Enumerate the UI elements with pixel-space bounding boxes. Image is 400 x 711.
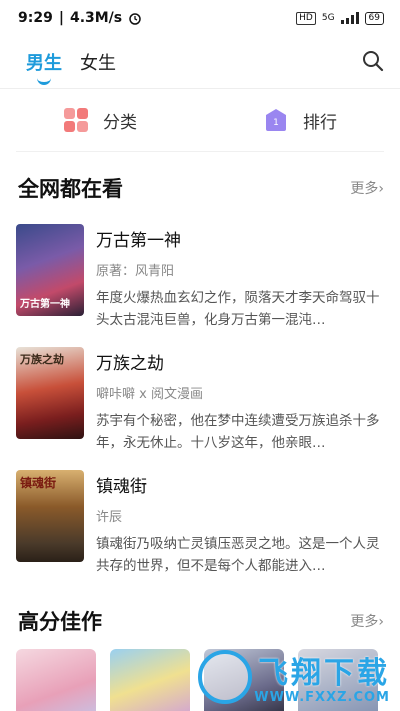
cover-image: 镇魂街	[16, 470, 84, 562]
top-tab-bar: 男生 女生	[0, 36, 400, 88]
app-screen: 9:29 | 4.3M/s HD 5G 69 男生 女生 分类 1 排行 全网都…	[0, 0, 400, 711]
site-watermark: 飞翔下载 WWW.FXXZ.COM	[198, 648, 390, 705]
ranking-icon: 1	[266, 109, 286, 131]
ranking-label: 排行	[303, 112, 337, 133]
alarm-icon	[129, 13, 141, 25]
grid-cover-image[interactable]	[16, 649, 96, 711]
tab-male[interactable]: 男生	[26, 49, 62, 75]
section-header-top-rated: 高分佳作 更多›	[0, 593, 400, 649]
category-button[interactable]: 分类	[0, 107, 200, 133]
tab-female[interactable]: 女生	[80, 49, 116, 75]
ranking-button[interactable]: 1 排行	[200, 107, 400, 133]
comic-author: 噼咔噼 x 阅文漫画	[96, 387, 203, 402]
category-grid-icon	[64, 108, 88, 132]
list-item[interactable]: 万古第一神 万古第一神 原著：风青阳 年度火爆热血玄幻之作，陨落天才李天命驾驭十…	[0, 224, 400, 347]
comic-title: 万古第一神	[96, 231, 181, 251]
watermark-text: 飞翔下载	[258, 656, 390, 691]
network-label: 5G	[321, 13, 335, 23]
cover-image: 万族之劫	[16, 347, 84, 439]
signal-icon	[340, 12, 359, 24]
hd-badge: HD	[296, 11, 316, 25]
category-label: 分类	[103, 112, 137, 133]
section-title: 高分佳作	[18, 610, 102, 634]
more-link[interactable]: 更多›	[350, 611, 384, 631]
comic-description: 苏宇有个秘密，他在梦中连续遭受万族追杀十多年，永无休止。十八岁这年，他亲眼…	[96, 413, 380, 451]
cover-title-art: 万古第一神	[20, 299, 70, 310]
comic-description: 镇魂街乃吸纳亡灵镇压恶灵之地。这是一个人灵共存的世界，但不是每个人都能进入…	[96, 536, 380, 574]
grid-cover-image[interactable]	[110, 649, 190, 711]
more-link[interactable]: 更多›	[350, 178, 384, 198]
comic-title: 万族之劫	[96, 354, 164, 374]
status-bar: 9:29 | 4.3M/s HD 5G 69	[0, 0, 400, 36]
status-time: 9:29	[18, 10, 53, 26]
status-speed: 4.3M/s	[69, 10, 123, 26]
cover-image: 万古第一神	[16, 224, 84, 316]
svg-text:1: 1	[273, 118, 279, 128]
section-header-trending: 全网都在看 更多›	[0, 152, 400, 224]
section-title: 全网都在看	[18, 177, 123, 201]
quick-nav: 分类 1 排行	[0, 89, 400, 151]
comic-author: 许辰	[96, 510, 123, 525]
watermark-url: WWW.FXXZ.COM	[254, 690, 390, 705]
search-icon[interactable]	[362, 50, 384, 72]
comic-author: 原著：风青阳	[96, 264, 175, 279]
list-item[interactable]: 万族之劫 万族之劫 噼咔噼 x 阅文漫画 苏宇有个秘密，他在梦中连续遭受万族追杀…	[0, 347, 400, 470]
list-item[interactable]: 镇魂街 镇魂街 许辰 镇魂街乃吸纳亡灵镇压恶灵之地。这是一个人灵共存的世界，但不…	[0, 470, 400, 593]
comic-description: 年度火爆热血玄幻之作，陨落天才李天命驾驭十头太古混沌巨兽，化身万古第一混沌…	[96, 290, 380, 328]
watermark-logo-icon	[198, 650, 253, 704]
battery-icon: 69	[364, 11, 384, 25]
cover-title-art: 万族之劫	[20, 353, 64, 366]
cover-title-art: 镇魂街	[20, 476, 57, 490]
comic-title: 镇魂街	[96, 477, 147, 497]
